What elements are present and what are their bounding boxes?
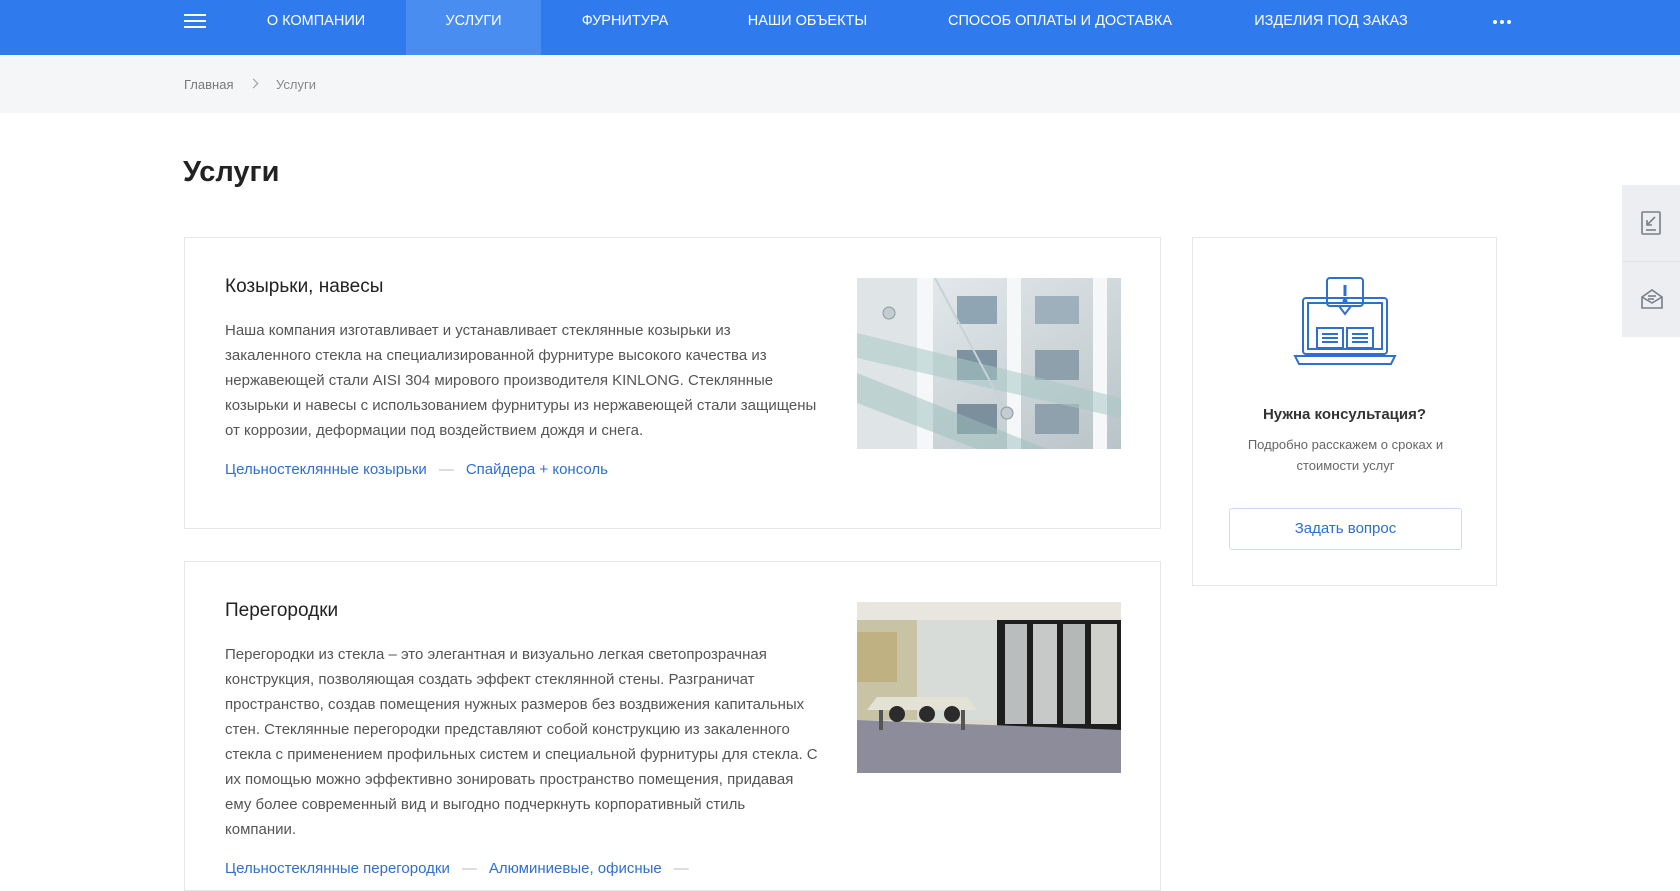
consultation-widget: Нужна консультация? Подробно расскажем о… xyxy=(1192,237,1497,586)
consult-title: Нужна консультация? xyxy=(1262,406,1427,423)
service-card: Перегородки Перегородки из стекла – это … xyxy=(184,561,1161,891)
nav-item-projects[interactable]: Наши объекты xyxy=(735,0,880,55)
chevron-right-icon xyxy=(248,78,259,89)
nav-item-hardware[interactable]: Фурнитура xyxy=(565,0,685,55)
hamburger-menu-icon[interactable] xyxy=(184,14,206,30)
breadcrumb: Главная Услуги xyxy=(0,55,1680,113)
link-divider: — xyxy=(438,461,454,478)
ellipsis-icon[interactable] xyxy=(1490,0,1514,42)
link-divider: — xyxy=(461,860,477,877)
side-tab-mail[interactable] xyxy=(1622,261,1680,337)
consult-text: Подробно расскажем о сроках и стоимости … xyxy=(1247,437,1444,473)
nav-item-payment-delivery[interactable]: Способ оплаты и доставка xyxy=(940,0,1180,55)
service-title[interactable]: Перегородки xyxy=(225,600,338,622)
breadcrumb-current: Услуги xyxy=(276,77,316,92)
laptop-consultation-icon xyxy=(1293,276,1397,376)
side-tab-download[interactable] xyxy=(1622,185,1680,261)
mail-icon xyxy=(1641,289,1663,309)
service-links: Цельностеклянные перегородки — Алюминиевые… xyxy=(225,860,701,877)
nav-item-about[interactable]: О компании xyxy=(246,0,386,55)
service-card: Козырьки, навесы Наша компания изготавли… xyxy=(184,237,1161,529)
nav-item-custom[interactable]: Изделия под заказ xyxy=(1246,0,1416,55)
service-links: Цельностеклянные козырьки — Спайдера + кон… xyxy=(225,461,608,478)
service-link[interactable]: Цельностеклянные козырьки xyxy=(225,461,427,478)
service-description: Перегородки из стекла – это элегантная и… xyxy=(225,646,818,838)
top-navigation: О компании Услуги Фурнитура Наши объекты… xyxy=(0,0,1680,55)
service-title[interactable]: Козырьки, навесы xyxy=(225,276,383,298)
service-link[interactable]: Цельностеклянные перегородки xyxy=(225,860,450,877)
service-description: Наша компания изготавливает и устанавлив… xyxy=(225,322,817,439)
nav-item-services[interactable]: Услуги xyxy=(406,0,541,55)
partition-image[interactable] xyxy=(857,602,1121,773)
ask-question-button[interactable]: Задать вопрос xyxy=(1229,508,1462,550)
service-link[interactable]: Спайдера + консоль xyxy=(466,461,608,478)
link-divider: — xyxy=(673,860,689,877)
page-title: Услуги xyxy=(183,156,280,188)
service-link[interactable]: Алюминиевые, офисные xyxy=(489,860,662,877)
document-download-icon xyxy=(1641,211,1661,235)
canopy-image[interactable] xyxy=(857,278,1121,449)
breadcrumb-home[interactable]: Главная xyxy=(184,77,233,92)
